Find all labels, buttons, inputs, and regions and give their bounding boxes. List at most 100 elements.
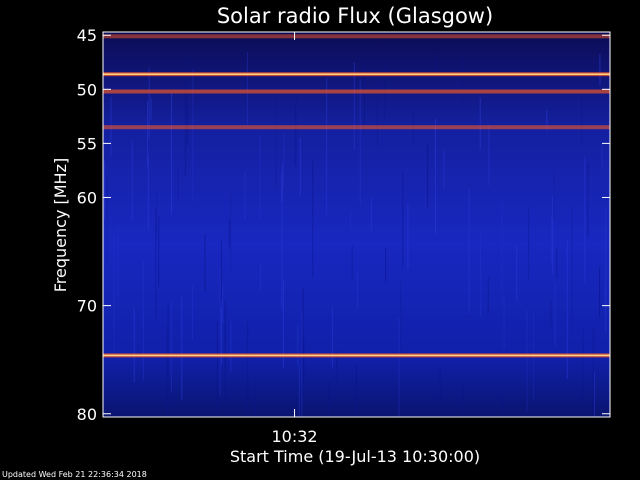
texture-streak (302, 288, 304, 398)
texture-streak (552, 195, 554, 276)
texture-streak (224, 301, 226, 398)
texture-streak (326, 78, 328, 215)
texture-streak (133, 307, 135, 383)
texture-streak (479, 233, 481, 318)
texture-streak (244, 171, 246, 219)
texture-streak (503, 296, 505, 350)
texture-streak (351, 245, 353, 280)
texture-streak (230, 190, 232, 272)
texture-streak (439, 369, 441, 401)
texture-streak (155, 208, 157, 320)
texture-streak (147, 100, 149, 167)
texture-streak (186, 52, 188, 148)
texture-streak (204, 234, 206, 292)
texture-streak (106, 176, 108, 267)
texture-streak (297, 324, 299, 366)
y-tick-label: 50 (77, 80, 97, 99)
texture-streak (554, 283, 556, 347)
y-axis-label: Frequency [MHz] (51, 158, 70, 292)
texture-streak (247, 321, 249, 417)
texture-streak (359, 79, 361, 205)
texture-streak (299, 138, 301, 196)
texture-streak (131, 140, 133, 221)
texture-streak (260, 264, 262, 292)
texture-streak (171, 93, 172, 215)
y-tick-label: 80 (77, 405, 97, 424)
texture-streak (230, 321, 232, 373)
texture-streak (605, 279, 607, 318)
spectrogram-chart: Solar radio Flux (Glasgow) 455055607080 … (2, 4, 611, 479)
texture-streak (150, 98, 152, 120)
texture-streak (377, 70, 378, 146)
y-tick-label: 60 (77, 188, 97, 207)
texture-streak (566, 240, 568, 379)
texture-streak (553, 170, 555, 221)
texture-streak (117, 223, 119, 297)
texture-streak (184, 84, 186, 176)
texture-streak (113, 237, 115, 357)
texture-streak (328, 381, 330, 417)
texture-streak (166, 325, 168, 417)
texture-streak (601, 143, 603, 171)
texture-streak (331, 306, 333, 368)
update-timestamp: Updated Wed Feb 21 22:36:34 2018 (2, 470, 147, 479)
texture-streak (283, 131, 285, 187)
texture-streak (412, 93, 414, 144)
texture-streak (468, 188, 470, 314)
texture-streak (220, 240, 222, 301)
texture-streak (398, 318, 400, 417)
texture-streak (350, 210, 351, 231)
texture-streak (357, 270, 359, 308)
texture-streak (158, 216, 160, 287)
texture-streak (582, 328, 584, 399)
texture-streak (219, 268, 221, 395)
texture-streak (370, 197, 372, 232)
texture-streak (551, 214, 553, 263)
y-tick-label: 70 (77, 297, 97, 316)
texture-streak (461, 56, 463, 106)
texture-streak (192, 69, 194, 202)
texture-streak (599, 53, 601, 86)
texture-streak (526, 309, 528, 413)
texture-streak (443, 148, 445, 190)
texture-streak (222, 283, 224, 323)
texture-streak (487, 277, 489, 314)
texture-streak (191, 284, 193, 340)
x-tick-label: 10:32 (271, 427, 317, 446)
y-tick-label: 45 (77, 26, 97, 45)
texture-streak (303, 338, 305, 380)
texture-streak (187, 103, 189, 144)
texture-streak (259, 135, 261, 219)
texture-streak (275, 88, 277, 191)
texture-streak (550, 301, 552, 328)
texture-streak (298, 364, 300, 417)
texture-streak (170, 301, 172, 393)
texture-streak (145, 75, 146, 118)
texture-streak (355, 364, 357, 417)
x-axis-label: Start Time (19-Jul-13 10:30:00) (230, 447, 480, 466)
texture-streak (294, 103, 296, 167)
texture-streak (599, 266, 601, 317)
texture-streak (312, 159, 314, 278)
texture-streak (571, 207, 573, 331)
emission-band (103, 34, 610, 39)
texture-streak (462, 383, 464, 417)
texture-streak (103, 160, 105, 219)
texture-streak (181, 295, 183, 400)
texture-streak (142, 260, 144, 381)
y-tick-label: 55 (77, 134, 97, 153)
texture-streak (281, 171, 283, 309)
texture-streak (528, 207, 530, 281)
texture-streak (228, 218, 230, 247)
texture-streak (177, 165, 179, 199)
chart-title: Solar radio Flux (Glasgow) (217, 4, 493, 28)
texture-streak (246, 52, 248, 127)
texture-streak (594, 371, 595, 417)
texture-streak (502, 394, 504, 417)
texture-streak (295, 83, 297, 166)
texture-streak (592, 327, 594, 417)
emission-band (103, 125, 610, 130)
emission-band (103, 89, 610, 94)
texture-streak (556, 248, 558, 279)
texture-streak (301, 311, 303, 417)
